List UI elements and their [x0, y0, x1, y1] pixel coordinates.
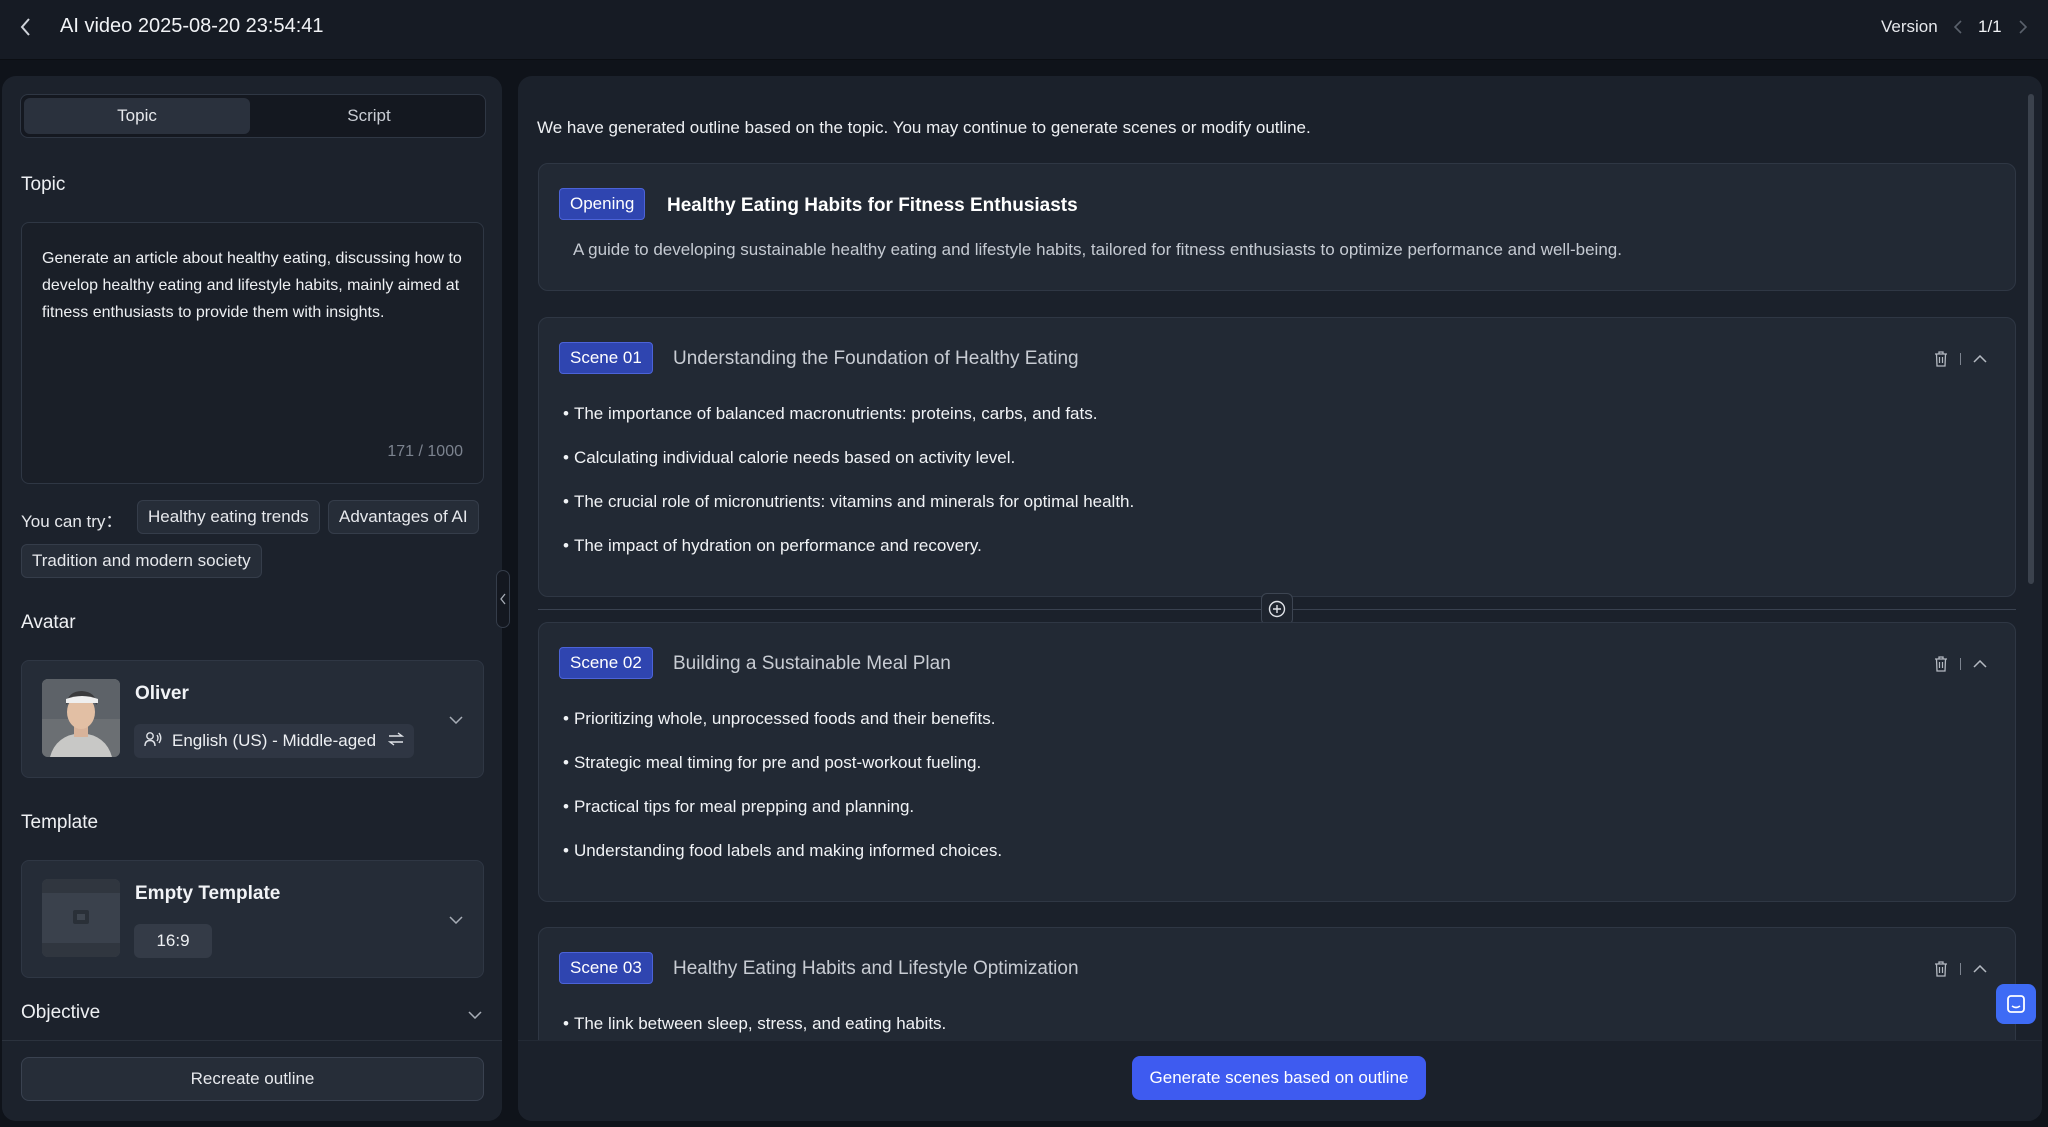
scene-bullet[interactable]: • The impact of hydration on performance …	[563, 536, 1134, 580]
scene-bullet[interactable]: • Understanding food labels and making in…	[563, 841, 1002, 885]
tab-script[interactable]: Script	[256, 98, 482, 134]
opening-card[interactable]: Opening Healthy Eating Habits for Fitnes…	[538, 163, 2016, 291]
generate-scenes-button[interactable]: Generate scenes based on outline	[1132, 1056, 1426, 1100]
template-heading: Template	[21, 812, 99, 833]
right-footer: Generate scenes based on outline	[518, 1040, 2042, 1121]
scene-title[interactable]: Understanding the Foundation of Healthy …	[673, 348, 1079, 370]
suggestions-label: You can try：	[21, 512, 123, 531]
outline-panel: We have generated outline based on the t…	[518, 76, 2042, 1121]
scene-card[interactable]: Scene 02 Building a Sustainable Meal Pla…	[538, 622, 2016, 902]
avatar	[42, 679, 120, 757]
separator	[1960, 963, 1961, 975]
avatar-name: Oliver	[135, 683, 189, 704]
recreate-outline-button[interactable]: Recreate outline	[21, 1057, 484, 1101]
objective-section[interactable]: Objective	[21, 1002, 484, 1032]
avatar-heading: Avatar	[21, 612, 76, 633]
swap-icon[interactable]	[387, 731, 405, 751]
opening-badge: Opening	[559, 188, 646, 220]
chevron-up-icon[interactable]	[1971, 960, 1989, 978]
objective-heading: Objective	[21, 1002, 101, 1023]
scene-bullets: • Prioritizing whole, unprocessed foods a…	[563, 709, 1002, 885]
chevron-up-icon[interactable]	[1971, 655, 1989, 673]
page-title: AI video 2025-08-20 23:54:41	[60, 15, 324, 37]
scene-bullets: • The importance of balanced macronutrien…	[563, 404, 1134, 580]
scene-bullet[interactable]: • Calculating individual calorie needs ba…	[563, 448, 1134, 492]
avatar-card[interactable]: Oliver English (US) - Middle-aged	[21, 660, 484, 778]
scene-title[interactable]: Healthy Eating Habits and Lifestyle Opti…	[673, 958, 1079, 980]
scene-badge: Scene 02	[559, 647, 653, 679]
left-panel: Topic Script Topic Generate an article a…	[2, 76, 502, 1121]
scene-bullet[interactable]: • Strategic meal timing for pre and post-…	[563, 753, 1002, 797]
template-thumbnail	[42, 879, 120, 957]
scene-bullet[interactable]: • The crucial role of micronutrients: vit…	[563, 492, 1134, 536]
char-count: 171 / 1000	[387, 443, 463, 460]
separator	[1960, 353, 1961, 365]
suggestion-chip[interactable]: Advantages of AI	[328, 500, 479, 534]
scene-actions	[1932, 960, 1989, 978]
topic-heading: Topic	[21, 174, 66, 195]
opening-description[interactable]: A guide to developing sustainable health…	[573, 240, 1622, 260]
plus-circle-icon[interactable]	[1261, 593, 1293, 625]
collapse-chevron-icon[interactable]	[496, 570, 510, 628]
left-footer: Recreate outline	[2, 1040, 502, 1121]
opening-title[interactable]: Healthy Eating Habits for Fitness Enthus…	[667, 195, 1078, 217]
chevron-left-icon[interactable]	[1950, 18, 1966, 36]
scene-actions	[1932, 350, 1989, 368]
separator	[1960, 658, 1961, 670]
scene-bullet[interactable]: • Prioritizing whole, unprocessed foods a…	[563, 709, 1002, 753]
mode-tabs: Topic Script	[20, 94, 486, 138]
scene-badge: Scene 01	[559, 342, 653, 374]
aspect-ratio-badge: 16:9	[134, 924, 212, 958]
chevron-down-icon[interactable]	[447, 911, 465, 929]
scene-title[interactable]: Building a Sustainable Meal Plan	[673, 653, 951, 675]
scene-actions	[1932, 655, 1989, 673]
chevron-down-icon[interactable]	[447, 711, 465, 729]
scrollbar[interactable]	[2028, 94, 2034, 584]
topic-textarea[interactable]: Generate an article about healthy eating…	[21, 222, 484, 484]
topic-text[interactable]: Generate an article about healthy eating…	[42, 245, 462, 326]
chat-icon[interactable]	[1996, 984, 2036, 1024]
chevron-down-icon[interactable]	[466, 1006, 484, 1024]
chevron-up-icon[interactable]	[1971, 350, 1989, 368]
version-label: Version	[1881, 17, 1938, 36]
voice-user-icon	[144, 731, 162, 752]
trash-icon[interactable]	[1932, 960, 1950, 978]
scene-badge: Scene 03	[559, 952, 653, 984]
tab-topic[interactable]: Topic	[24, 98, 250, 134]
back-chevron-icon[interactable]	[14, 16, 36, 38]
template-name: Empty Template	[135, 883, 281, 904]
outline-intro: We have generated outline based on the t…	[537, 118, 1311, 137]
voice-selector[interactable]: English (US) - Middle-aged	[134, 724, 414, 758]
chevron-right-icon[interactable]	[2015, 18, 2031, 36]
scene-card[interactable]: Scene 01 Understanding the Foundation of…	[538, 317, 2016, 597]
top-bar: AI video 2025-08-20 23:54:41 Version 1/1	[0, 0, 2048, 60]
suggestion-chip[interactable]: Tradition and modern society	[21, 544, 262, 578]
scene-bullet[interactable]: • Practical tips for meal prepping and pl…	[563, 797, 1002, 841]
trash-icon[interactable]	[1932, 350, 1950, 368]
scene-bullet[interactable]: • The importance of balanced macronutrien…	[563, 404, 1134, 448]
template-card[interactable]: Empty Template 16:9	[21, 860, 484, 978]
voice-label: English (US) - Middle-aged	[172, 731, 377, 750]
suggestion-chip[interactable]: Healthy eating trends	[137, 500, 320, 534]
trash-icon[interactable]	[1932, 655, 1950, 673]
version-count: 1/1	[1978, 17, 2002, 36]
